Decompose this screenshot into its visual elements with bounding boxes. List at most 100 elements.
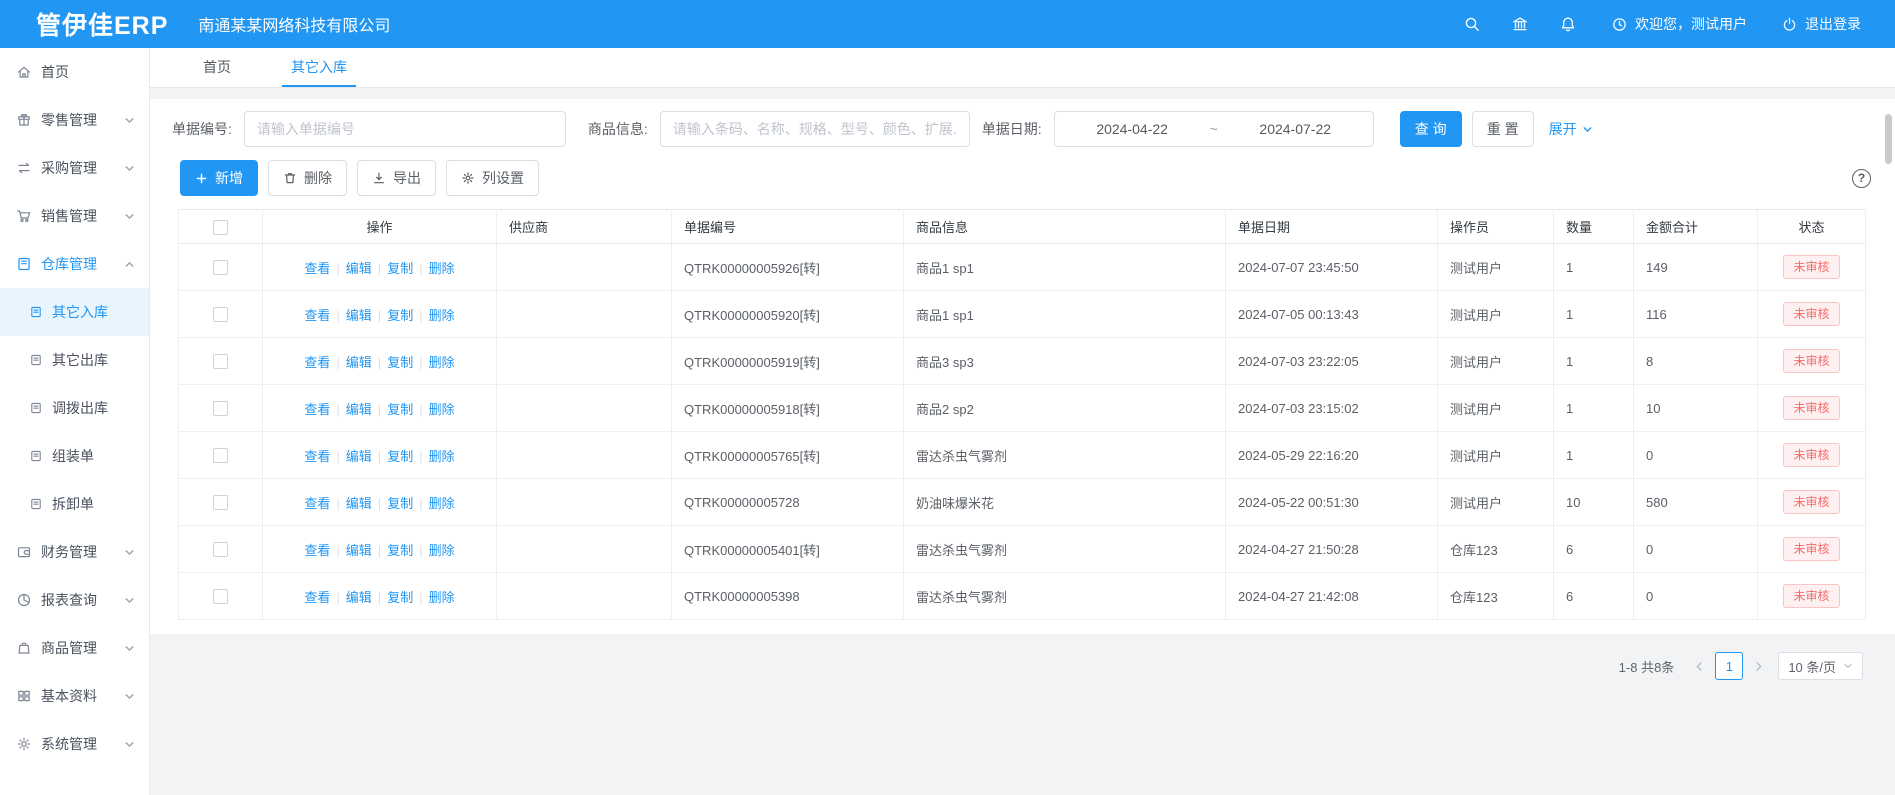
action-copy-link[interactable]: 复制 (387, 402, 413, 417)
sidebar-item-goods[interactable]: 商品管理 (0, 624, 149, 672)
cell-actions: 查看|编辑|复制|删除 (263, 432, 497, 479)
action-edit-link[interactable]: 编辑 (346, 355, 372, 370)
sidebar-item-label: 组装单 (52, 446, 94, 466)
row-checkbox[interactable] (213, 448, 228, 463)
action-edit-link[interactable]: 编辑 (346, 402, 372, 417)
status-badge: 未审核 (1783, 255, 1839, 279)
row-checkbox[interactable] (213, 401, 228, 416)
sidebar-item-basic[interactable]: 基本资料 (0, 672, 149, 720)
cell-date: 2024-07-05 00:13:43 (1226, 291, 1438, 338)
action-copy-link[interactable]: 复制 (387, 449, 413, 464)
sidebar-item-other-out[interactable]: 其它出库 (0, 336, 149, 384)
row-checkbox[interactable] (213, 542, 228, 557)
scrollbar-thumb[interactable] (1885, 114, 1892, 164)
sidebar-item-warehouse[interactable]: 仓库管理 (0, 240, 149, 288)
sidebar-item-assembly[interactable]: 组装单 (0, 432, 149, 480)
reset-button[interactable]: 重 置 (1472, 111, 1534, 147)
action-delete-link[interactable]: 删除 (429, 449, 455, 464)
select-all-checkbox[interactable] (213, 220, 228, 235)
export-button[interactable]: 导出 (357, 160, 436, 196)
action-view-link[interactable]: 查看 (304, 449, 330, 464)
sidebar-item-purchase[interactable]: 采购管理 (0, 144, 149, 192)
row-checkbox[interactable] (213, 260, 228, 275)
action-view-link[interactable]: 查看 (304, 355, 330, 370)
action-copy-link[interactable]: 复制 (387, 496, 413, 511)
action-copy-link[interactable]: 复制 (387, 308, 413, 323)
action-copy-link[interactable]: 复制 (387, 590, 413, 605)
action-edit-link[interactable]: 编辑 (346, 543, 372, 558)
sidebar-item-label: 仓库管理 (41, 254, 97, 274)
sidebar-item-other-in[interactable]: 其它入库 (0, 288, 149, 336)
date-end[interactable]: 2024-07-22 (1259, 121, 1331, 137)
tab-other-inbound[interactable]: 其它入库 (282, 48, 356, 87)
prev-page-button[interactable] (1688, 661, 1711, 672)
help-icon[interactable]: ? (1852, 169, 1871, 188)
next-page-button[interactable] (1747, 661, 1770, 672)
action-view-link[interactable]: 查看 (304, 496, 330, 511)
sidebar-item-label: 基本资料 (41, 686, 97, 706)
action-delete-link[interactable]: 删除 (429, 590, 455, 605)
sidebar-item-report[interactable]: 报表查询 (0, 576, 149, 624)
action-view-link[interactable]: 查看 (304, 590, 330, 605)
action-view-link[interactable]: 查看 (304, 308, 330, 323)
table-row: 查看|编辑|复制|删除QTRK00000005401[转]雷达杀虫气雾剂2024… (179, 526, 1866, 573)
sidebar-item-sales[interactable]: 销售管理 (0, 192, 149, 240)
action-separator: | (336, 261, 339, 276)
cell-operator: 测试用户 (1438, 432, 1554, 479)
action-edit-link[interactable]: 编辑 (346, 496, 372, 511)
doc-no-input[interactable] (244, 111, 566, 147)
action-edit-link[interactable]: 编辑 (346, 590, 372, 605)
sidebar-item-system[interactable]: 系统管理 (0, 720, 149, 768)
home-icon (16, 64, 32, 80)
product-info-input[interactable] (660, 111, 970, 147)
tab-home[interactable]: 首页 (194, 48, 240, 87)
table-header-row: 操作供应商单据编号商品信息单据日期操作员数量金额合计状态 (179, 210, 1866, 244)
cell-select (179, 479, 263, 526)
expand-link[interactable]: 展开 (1549, 119, 1593, 139)
sidebar-item-retail[interactable]: 零售管理 (0, 96, 149, 144)
delete-button[interactable]: 删除 (268, 160, 347, 196)
sidebar-item-transfer-out[interactable]: 调拨出库 (0, 384, 149, 432)
main-area: 首页 其它入库 单据编号: 商品信息: 单据日期: 2024-04-22 ~ 2… (150, 48, 1895, 795)
trash-icon (283, 171, 297, 185)
row-checkbox[interactable] (213, 495, 228, 510)
row-checkbox[interactable] (213, 307, 228, 322)
sidebar-item-home[interactable]: 首页 (0, 48, 149, 96)
page-number-button[interactable]: 1 (1715, 652, 1743, 680)
column-header-amount: 金额合计 (1634, 210, 1758, 244)
bank-icon[interactable] (1511, 15, 1529, 33)
action-delete-link[interactable]: 删除 (429, 261, 455, 276)
status-badge: 未审核 (1783, 396, 1839, 420)
action-delete-link[interactable]: 删除 (429, 543, 455, 558)
action-copy-link[interactable]: 复制 (387, 543, 413, 558)
action-view-link[interactable]: 查看 (304, 261, 330, 276)
welcome-chip[interactable]: 欢迎您，测试用户 (1611, 14, 1747, 34)
action-delete-link[interactable]: 删除 (429, 355, 455, 370)
logout-button[interactable]: 退出登录 (1781, 14, 1861, 34)
action-edit-link[interactable]: 编辑 (346, 261, 372, 276)
action-copy-link[interactable]: 复制 (387, 261, 413, 276)
action-separator: | (419, 543, 422, 558)
action-delete-link[interactable]: 删除 (429, 496, 455, 511)
action-delete-link[interactable]: 删除 (429, 402, 455, 417)
column-settings-button[interactable]: 列设置 (446, 160, 539, 196)
sidebar-item-disassembly[interactable]: 拆卸单 (0, 480, 149, 528)
cell-actions: 查看|编辑|复制|删除 (263, 291, 497, 338)
action-delete-link[interactable]: 删除 (429, 308, 455, 323)
row-checkbox[interactable] (213, 354, 228, 369)
row-checkbox[interactable] (213, 589, 228, 604)
action-view-link[interactable]: 查看 (304, 402, 330, 417)
sidebar-item-finance[interactable]: 财务管理 (0, 528, 149, 576)
action-edit-link[interactable]: 编辑 (346, 308, 372, 323)
page-size-select[interactable]: 10 条/页 (1778, 652, 1863, 680)
app-header: 管伊佳ERP 南通某某网络科技有限公司 欢迎您，测试用户 退出登录 (0, 0, 1895, 48)
date-range-picker[interactable]: 2024-04-22 ~ 2024-07-22 (1054, 111, 1374, 147)
date-start[interactable]: 2024-04-22 (1096, 121, 1168, 137)
search-icon[interactable] (1463, 15, 1481, 33)
add-button[interactable]: 新增 (180, 160, 258, 196)
query-button[interactable]: 查 询 (1400, 111, 1462, 147)
action-copy-link[interactable]: 复制 (387, 355, 413, 370)
action-edit-link[interactable]: 编辑 (346, 449, 372, 464)
bell-icon[interactable] (1559, 15, 1577, 33)
action-view-link[interactable]: 查看 (304, 543, 330, 558)
